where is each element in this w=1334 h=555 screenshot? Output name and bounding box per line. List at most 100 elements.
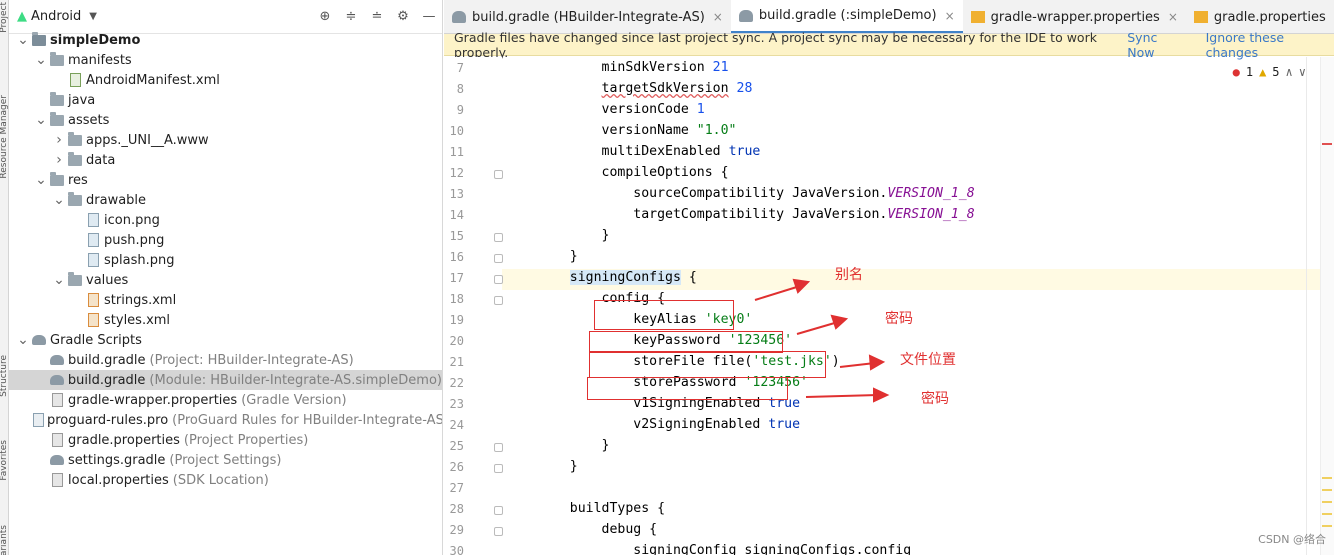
tree-item[interactable]: icon.png [9,210,442,230]
expand-all-icon[interactable]: ≑ [342,7,360,25]
tree-item[interactable]: build.gradle (Project: HBuilder-Integrate… [9,350,442,370]
tree-item[interactable]: ⌄ res [9,170,442,190]
tree-item[interactable]: › apps._UNI__A.www [9,130,442,150]
collapse-all-icon[interactable]: ≐ [368,7,386,25]
tree-item[interactable]: ⌄ simpleDemo [9,30,442,50]
tree-item[interactable]: styles.xml [9,310,442,330]
expanded-arrow-icon[interactable]: ⌄ [15,32,31,48]
tree-item[interactable]: settings.gradle (Project Settings) [9,450,442,470]
chevron-down-icon[interactable]: ▼ [89,11,97,22]
xml-icon [85,293,101,307]
close-icon[interactable]: × [1168,10,1178,24]
warning-stripe-mark[interactable] [1322,525,1332,527]
locate-icon[interactable]: ⊕ [316,7,334,25]
folder-icon [49,51,65,67]
stripe-resource-manager-label[interactable]: Resource Manager [0,95,9,179]
code-line[interactable]: versionName "1.0" [538,123,737,138]
tree-item[interactable]: push.png [9,230,442,250]
close-icon[interactable]: × [713,10,723,24]
code-editor[interactable]: 7 8 9 10 11 12 13 14 15 16 17 18 19 20 21 22 23 24 25 26 27 2… [444,57,1334,555]
project-view-selector[interactable]: Android [31,9,81,24]
fold-marker-icon[interactable] [494,443,503,452]
expanded-arrow-icon[interactable]: ⌄ [51,272,67,288]
stripe-variants-label[interactable]: Variants [0,525,9,555]
tree-item[interactable]: local.properties (SDK Location) [9,470,442,490]
expanded-arrow-icon[interactable]: ⌄ [33,172,49,188]
tree-item-label: Gradle Scripts [50,332,142,348]
code-line[interactable]: } [538,459,578,474]
tree-item[interactable]: proguard-rules.pro (ProGuard Rules for HB… [9,410,442,430]
code-line[interactable]: sourceCompatibility JavaVersion.VERSION_… [538,186,974,201]
code-line[interactable]: } [538,249,578,264]
tree-item[interactable]: gradle.properties (Project Properties) [9,430,442,450]
expanded-arrow-icon[interactable]: ⌄ [15,332,31,348]
fold-marker-icon[interactable] [494,170,503,179]
code-line[interactable]: } [538,228,610,243]
tree-item[interactable]: ⌄ values [9,270,442,290]
chevron-up-icon[interactable]: ∧ [1286,65,1293,79]
code-line[interactable]: buildTypes { [538,501,665,516]
code-line[interactable]: multiDexEnabled true [538,144,761,159]
warning-stripe-mark[interactable] [1322,501,1332,503]
code-line[interactable]: } [538,438,610,453]
code-line[interactable]: v2SigningEnabled true [538,417,800,432]
fold-marker-icon[interactable] [494,506,503,515]
expanded-arrow-icon[interactable]: ⌄ [33,52,49,68]
expanded-arrow-icon[interactable]: ⌄ [51,192,67,208]
stripe-project-label[interactable]: Project [0,2,9,33]
tree-item-hint: (ProGuard Rules for HBuilder-Integrate-A… [172,412,443,428]
folder-icon [67,271,83,287]
editor-area: build.gradle (HBuilder-Integrate-AS) × bui… [444,0,1334,555]
tree-item[interactable]: java [9,90,442,110]
chevron-down-icon[interactable]: ∨ [1299,65,1306,79]
tree-item[interactable]: splash.png [9,250,442,270]
tree-item[interactable]: gradle-wrapper.properties (Gradle Version… [9,390,442,410]
sync-now-link[interactable]: Sync Now [1127,30,1185,60]
warning-stripe-mark[interactable] [1322,489,1332,491]
warning-stripe-mark[interactable] [1322,477,1332,479]
collapsed-arrow-icon[interactable]: › [51,132,67,148]
tree-item[interactable]: ⌄ Gradle Scripts [9,330,442,350]
tree-item[interactable]: ⌄ manifests [9,50,442,70]
error-stripe-mark[interactable] [1322,143,1332,145]
tree-item[interactable]: › data [9,150,442,170]
tree-item-label: styles.xml [104,312,171,328]
tab-label: build.gradle (HBuilder-Integrate-AS) [472,9,705,25]
close-icon[interactable]: × [945,9,955,23]
fold-marker-icon[interactable] [494,296,503,305]
fold-marker-icon[interactable] [494,464,503,473]
line-number: 11 [449,145,464,159]
tree-item[interactable]: ⌄ assets [9,110,442,130]
code-line[interactable]: versionCode 1 [538,102,705,117]
stripe-favorites-label[interactable]: Favorites [0,440,9,481]
expanded-arrow-icon[interactable]: ⌄ [33,112,49,128]
tree-item-label: manifests [68,52,132,68]
tree-item-hint: (Module: HBuilder-Integrate-AS.simpleDem… [149,372,442,388]
tree-item[interactable]: AndroidManifest.xml [9,70,442,90]
fold-marker-icon[interactable] [494,275,503,284]
props-icon [49,393,65,407]
tree-item[interactable]: build.gradle (Module: HBuilder-Integrate-… [9,370,442,390]
stripe-structure-label[interactable]: Structure [0,355,9,397]
code-line[interactable]: debug { [538,522,658,537]
tree-item[interactable]: ⌄ drawable [9,190,442,210]
tree-item[interactable]: strings.xml [9,290,442,310]
inspection-indicators[interactable]: ● 1 ▲ 5 ∧ ∨ [1233,65,1306,79]
code-line[interactable]: signingConfig signingConfigs.config [538,543,911,555]
ignore-changes-link[interactable]: Ignore these changes [1206,30,1334,60]
fold-marker-icon[interactable] [494,527,503,536]
code-line[interactable]: signingConfigs { [538,270,697,285]
minimize-icon[interactable]: — [420,7,438,25]
storepassword-highlight-box [587,377,788,400]
code-line[interactable]: compileOptions { [538,165,729,180]
fold-marker-icon[interactable] [494,233,503,242]
gradle-icon [49,453,65,467]
fold-marker-icon[interactable] [494,254,503,263]
warning-stripe-mark[interactable] [1322,513,1332,515]
editor-scrollbar[interactable] [1320,57,1334,555]
gear-icon[interactable]: ⚙ [394,7,412,25]
collapsed-arrow-icon[interactable]: › [51,152,67,168]
code-line[interactable]: targetCompatibility JavaVersion.VERSION_… [538,207,974,222]
code-line[interactable]: targetSdkVersion 28 [538,81,753,96]
code-line[interactable]: minSdkVersion 21 [538,60,729,75]
